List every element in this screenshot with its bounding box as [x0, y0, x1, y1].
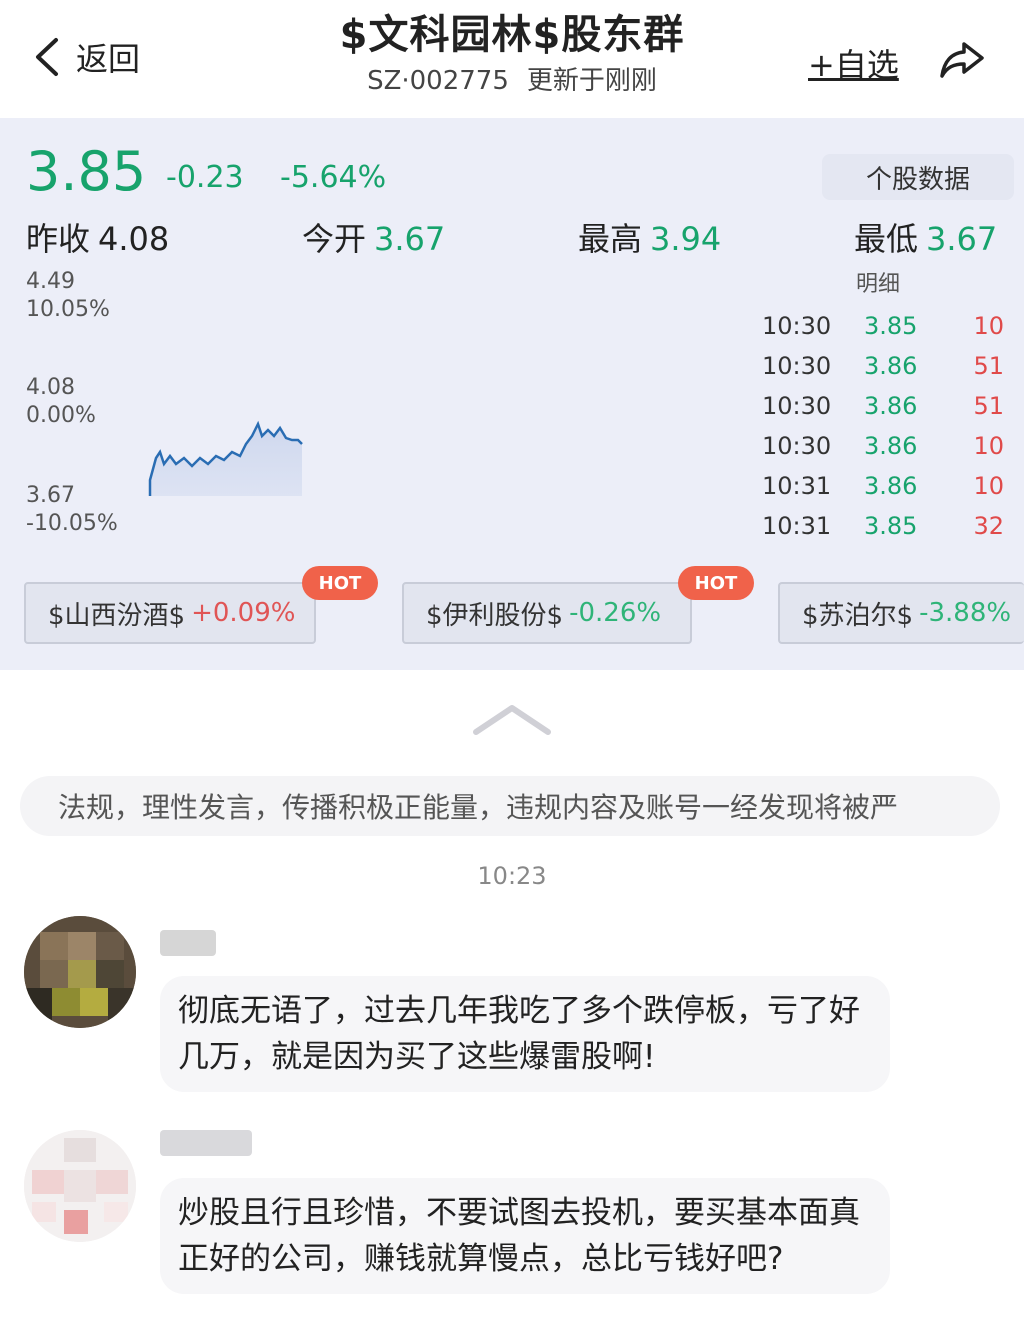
trade-details-title: 明细: [856, 272, 901, 297]
axis-top-pct: 10.05%: [26, 297, 110, 322]
trade-row: 10:30 3.85 10: [762, 306, 1012, 346]
trade-row: 10:30 3.86 51: [762, 346, 1012, 386]
group-rules-notice: 法规，理性发言，传播积极正能量，违规内容及账号一经发现将被严: [20, 776, 1000, 836]
chat-timestamp: 10:23: [477, 862, 547, 890]
sender-name-blurred: [160, 930, 216, 956]
trade-row: 10:30 3.86 51: [762, 386, 1012, 426]
trade-price: 3.86: [864, 472, 918, 500]
pixelated-avatar-image: [24, 916, 136, 1028]
trade-price: 3.85: [864, 512, 918, 540]
chip-stock-pct: +0.09%: [191, 598, 296, 628]
hot-stock-chip[interactable]: $山西汾酒$ +0.09%: [24, 582, 316, 644]
trade-row: 10:30 3.86 10: [762, 426, 1012, 466]
axis-bottom-price: 3.67: [26, 483, 75, 508]
axis-mid-pct: 0.00%: [26, 403, 96, 428]
chip-stock-name: $山西汾酒$: [48, 600, 186, 631]
axis-top-price: 4.49: [26, 269, 75, 294]
trade-price: 3.86: [864, 352, 918, 380]
intraday-chart: [148, 420, 303, 496]
chevron-up-icon[interactable]: [472, 700, 552, 740]
chart-axis-bottom: 3.67 -10.05%: [26, 482, 118, 538]
chat-message-bubble: 彻底无语了，过去几年我吃了多个跌停板，亏了好几万，就是因为买了这些爆雷股啊!: [160, 976, 890, 1092]
hot-stock-chip[interactable]: $苏泊尔$ -3.88%: [778, 582, 1024, 644]
trade-time: 10:30: [762, 392, 832, 420]
axis-bottom-pct: -10.05%: [26, 511, 118, 536]
trade-details-list: 10:30 3.85 10 10:30 3.86 51 10:30 3.86 51 10:3…: [762, 306, 1012, 546]
quote-panel: 3.85 -0.23 -5.64% 个股数据 昨收 4.08 今开 3.67 最高 3…: [0, 118, 1024, 670]
hot-stock-chips: $山西汾酒$ +0.09% HOT $伊利股份$ -0.26% HOT $苏泊尔$ -…: [0, 562, 1024, 662]
low-label: 最低: [854, 220, 919, 258]
trade-time: 10:30: [762, 352, 832, 380]
trade-qty: 10: [973, 312, 1004, 340]
chip-stock-pct: -0.26%: [569, 598, 662, 628]
avatar[interactable]: [24, 916, 136, 1028]
trade-qty: 51: [973, 392, 1004, 420]
chip-stock-pct: -3.88%: [919, 598, 1012, 628]
hot-badge: HOT: [302, 566, 378, 600]
trade-time: 10:30: [762, 312, 832, 340]
chart-axis-mid: 4.08 0.00%: [26, 374, 96, 430]
chip-stock-name: $伊利股份$: [426, 600, 564, 631]
hot-stock-chip[interactable]: $伊利股份$ -0.26%: [402, 582, 692, 644]
low-price: 最低 3.67: [854, 214, 997, 260]
chat-message-bubble: 炒股且行且珍惜，不要试图去投机，要买基本面真正好的公司，赚钱就算慢点，总比亏钱好…: [160, 1178, 890, 1294]
trade-time: 10:31: [762, 512, 832, 540]
trade-price: 3.86: [864, 432, 918, 460]
chart-axis-top: 4.49 10.05%: [26, 268, 110, 324]
trade-qty: 51: [973, 352, 1004, 380]
trade-qty: 10: [973, 472, 1004, 500]
trade-time: 10:31: [762, 472, 832, 500]
update-status: 更新于刚刚: [526, 66, 657, 96]
hot-badge: HOT: [678, 566, 754, 600]
top-bar: 返回 $文科园林$股东群 SZ·002775 更新于刚刚 +自选: [0, 0, 1024, 118]
axis-mid-price: 4.08: [26, 375, 75, 400]
trade-price: 3.86: [864, 392, 918, 420]
trade-time: 10:30: [762, 432, 832, 460]
trade-row: 10:31 3.86 10: [762, 466, 1012, 506]
sender-name-blurred: [160, 1130, 252, 1156]
avatar[interactable]: [24, 1130, 136, 1242]
trade-row: 10:31 3.85 32: [762, 506, 1012, 546]
chip-stock-name: $苏泊尔$: [802, 600, 914, 631]
trade-price: 3.85: [864, 312, 918, 340]
low-value: 3.67: [926, 220, 998, 258]
pixelated-avatar-image: [24, 1130, 136, 1242]
trade-qty: 10: [973, 432, 1004, 460]
share-icon[interactable]: [938, 38, 986, 82]
add-watchlist-button[interactable]: +自选: [808, 40, 899, 86]
stock-code: SZ·002775: [367, 66, 509, 96]
stock-data-button[interactable]: 个股数据: [822, 154, 1014, 200]
trade-qty: 32: [973, 512, 1004, 540]
